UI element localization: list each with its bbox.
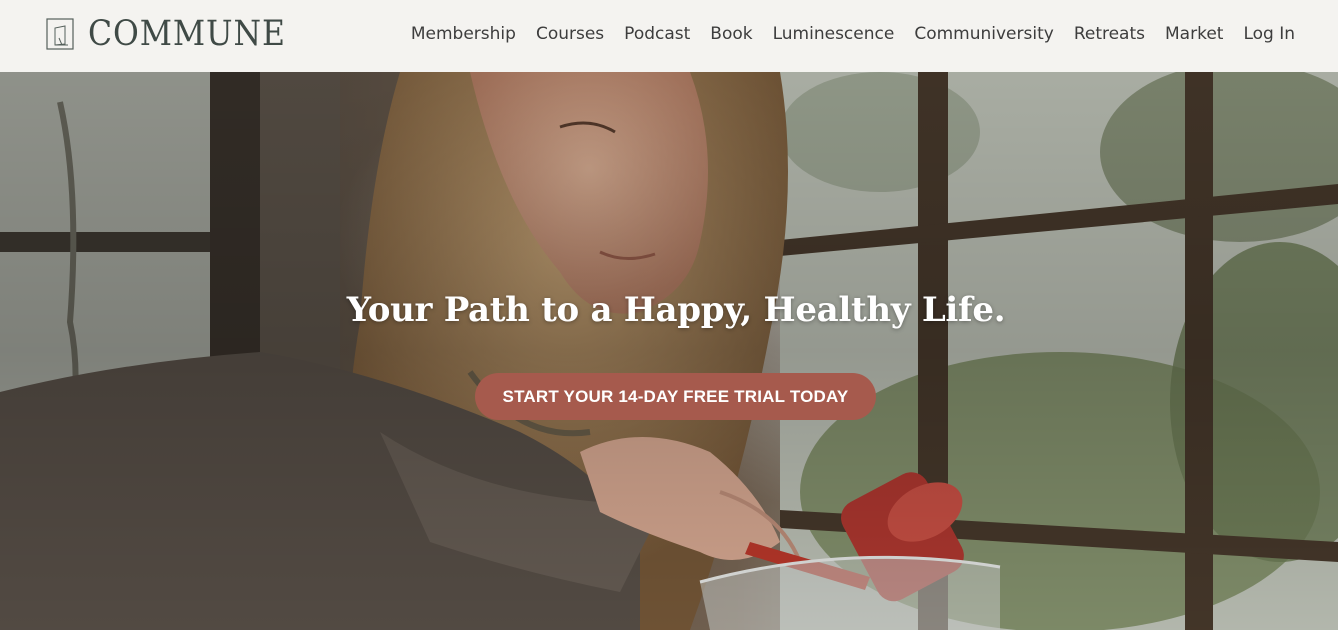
- door-frame-icon: [46, 18, 74, 50]
- nav-item-courses[interactable]: Courses: [536, 22, 604, 46]
- nav-item-communiversity[interactable]: Communiversity: [914, 22, 1053, 46]
- nav-item-podcast[interactable]: Podcast: [624, 22, 690, 46]
- nav-item-book[interactable]: Book: [710, 22, 752, 46]
- brand-logo[interactable]: COMMUNE: [46, 16, 308, 52]
- hero-background-image: [0, 72, 1338, 630]
- free-trial-button[interactable]: START YOUR 14-DAY FREE TRIAL TODAY: [475, 373, 876, 420]
- nav-item-luminescence[interactable]: Luminescence: [773, 22, 895, 46]
- hero-section: Your Path to a Happy, Healthy Life. STAR…: [0, 72, 1338, 630]
- nav-item-market[interactable]: Market: [1165, 22, 1223, 46]
- main-nav: Membership Courses Podcast Book Luminesc…: [391, 22, 1295, 46]
- nav-item-retreats[interactable]: Retreats: [1074, 22, 1145, 46]
- nav-item-login[interactable]: Log In: [1243, 22, 1295, 46]
- brand-name: COMMUNE: [88, 14, 286, 54]
- site-header: COMMUNE Membership Courses Podcast Book …: [0, 0, 1338, 72]
- hero-title: Your Path to a Happy, Healthy Life.: [346, 290, 1006, 330]
- nav-item-membership[interactable]: Membership: [411, 22, 516, 46]
